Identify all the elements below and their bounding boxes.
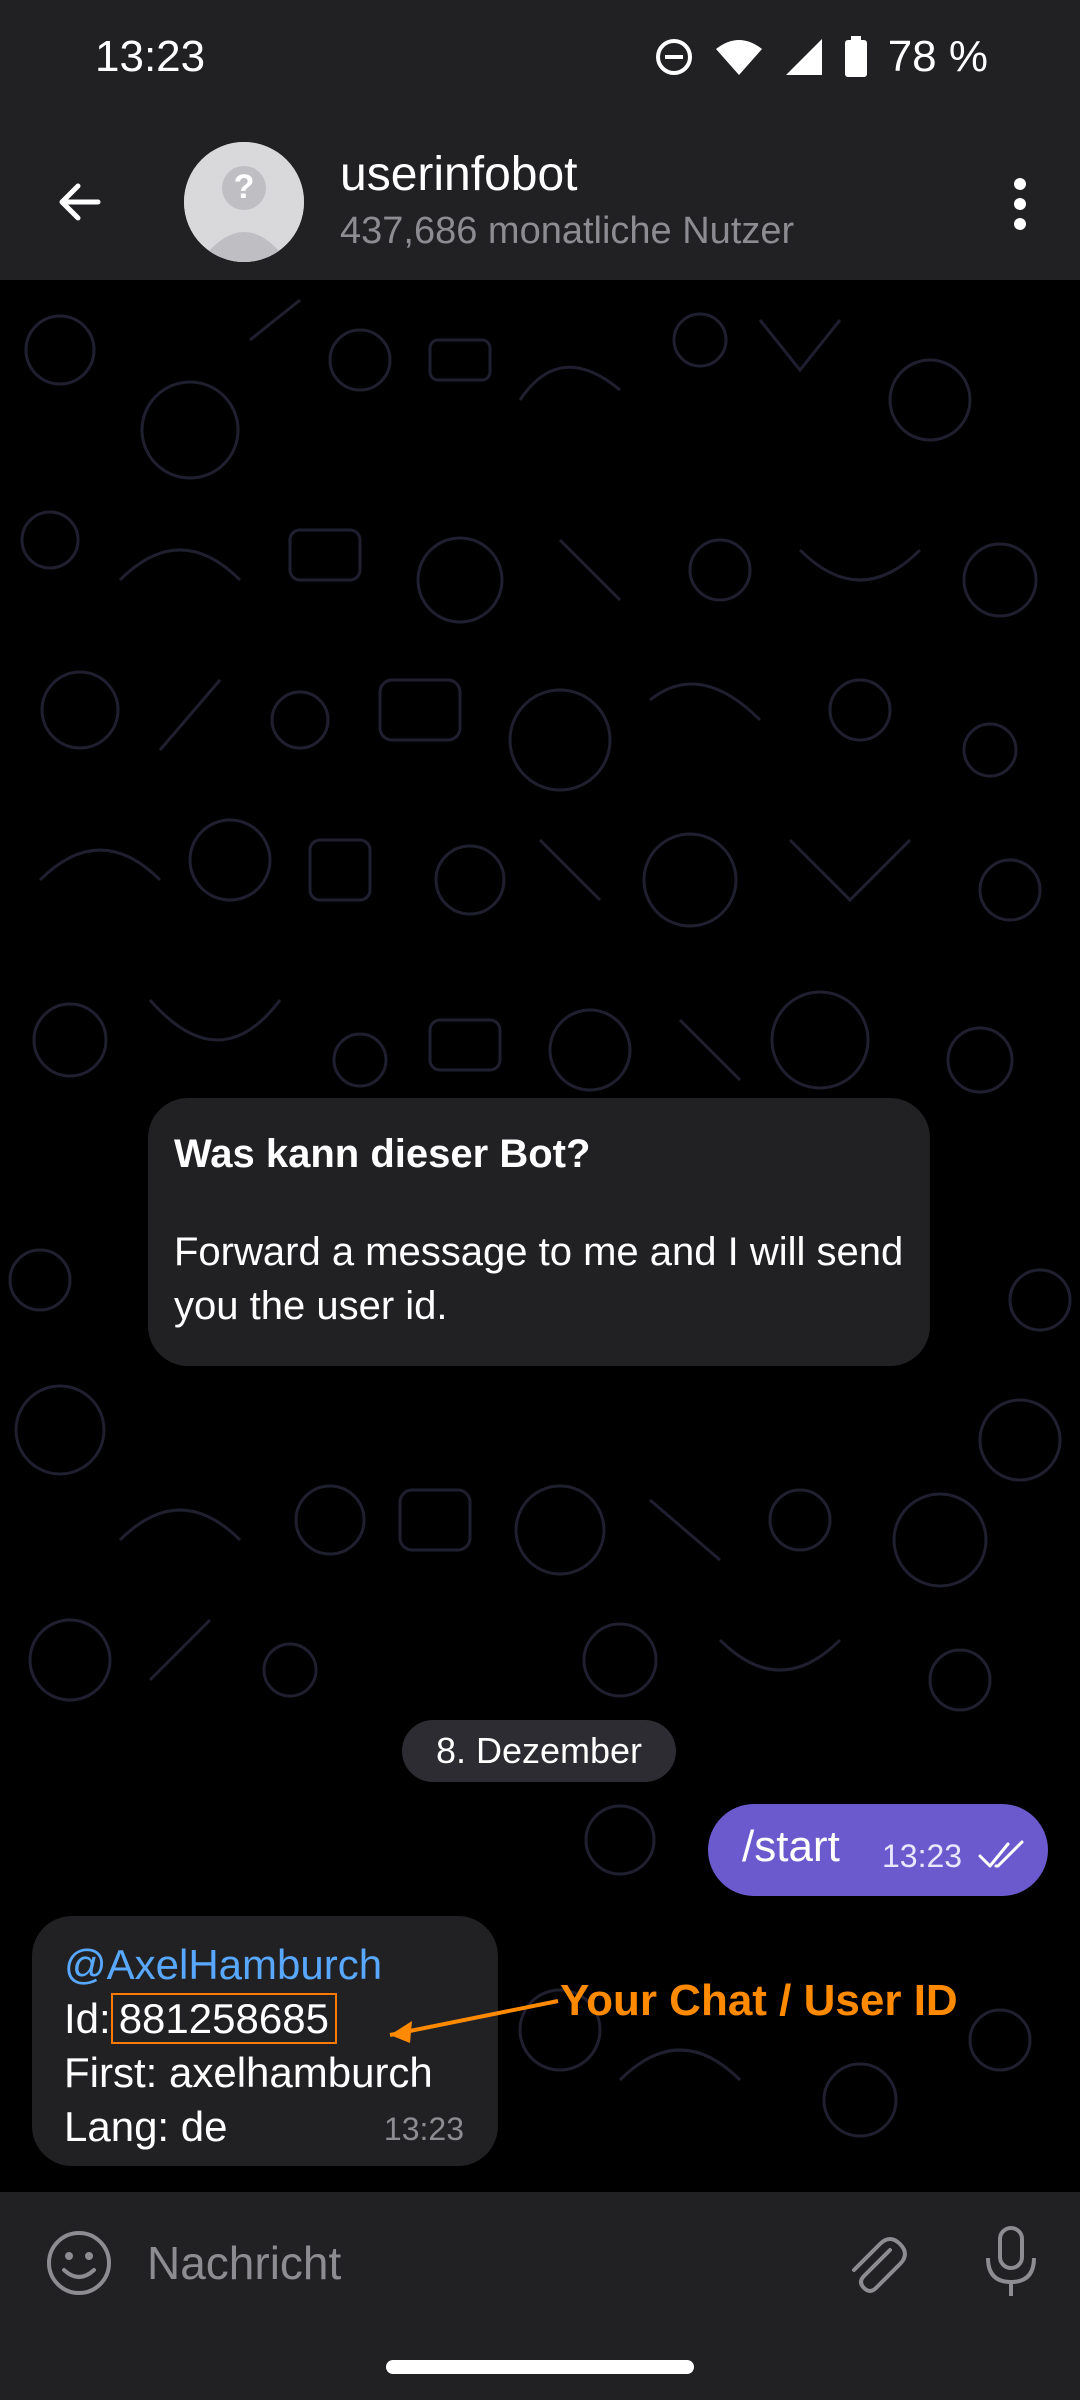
svg-text:?: ? (234, 168, 255, 206)
date-divider: 8. Dezember (402, 1720, 676, 1782)
emoji-icon[interactable] (44, 2228, 114, 2298)
bot-description-title: Was kann dieser Bot? (174, 1132, 591, 1176)
id-label: Id: (64, 1995, 111, 2042)
bot-description-text: Forward a message to me and I will send … (174, 1230, 904, 1328)
battery-icon (844, 36, 867, 77)
message-composer (0, 2192, 1080, 2332)
user-id-value: 881258685 (110, 1993, 337, 2044)
outgoing-message-time: 13:23 (882, 1838, 963, 1874)
status-icons: 78 % (654, 32, 988, 82)
chat-title[interactable]: userinfobot (340, 147, 578, 202)
status-bar: 13:23 78 % (0, 0, 1080, 125)
message-input[interactable] (145, 2228, 749, 2298)
annotation-label: Your Chat / User ID (560, 1976, 958, 2025)
signal-icon (785, 39, 822, 75)
chat-header: ? userinfobot 437,686 monatliche Nutzer (0, 125, 1080, 280)
default-avatar-icon: ? (184, 142, 304, 262)
do-not-disturb-icon (655, 39, 692, 75)
more-options-icon[interactable] (990, 169, 1050, 239)
wifi-icon (715, 40, 762, 75)
bot-description-card: Was kann dieser Bot? Forward a message t… (148, 1098, 930, 1366)
outgoing-message[interactable]: /start 13:23 (708, 1804, 1048, 1896)
chat-area[interactable]: Was kann dieser Bot? Forward a message t… (0, 280, 1080, 2192)
back-arrow-icon[interactable] (48, 170, 112, 234)
navigation-bar (0, 2332, 1080, 2400)
microphone-icon[interactable] (976, 2224, 1046, 2300)
incoming-username[interactable]: @AxelHamburch (64, 1938, 466, 1992)
incoming-message-time: 13:23 (383, 2111, 464, 2147)
attach-icon[interactable] (840, 2228, 910, 2298)
annotation-arrow-icon (389, 1999, 559, 2043)
outgoing-message-text: /start (742, 1822, 840, 1871)
double-check-icon (978, 1840, 1024, 1868)
home-indicator[interactable] (386, 2360, 694, 2374)
status-time: 13:23 (95, 32, 206, 81)
battery-percent: 78 % (887, 32, 988, 81)
chat-subtitle: 437,686 monatliche Nutzer (340, 210, 795, 252)
avatar[interactable]: ? (184, 142, 304, 262)
